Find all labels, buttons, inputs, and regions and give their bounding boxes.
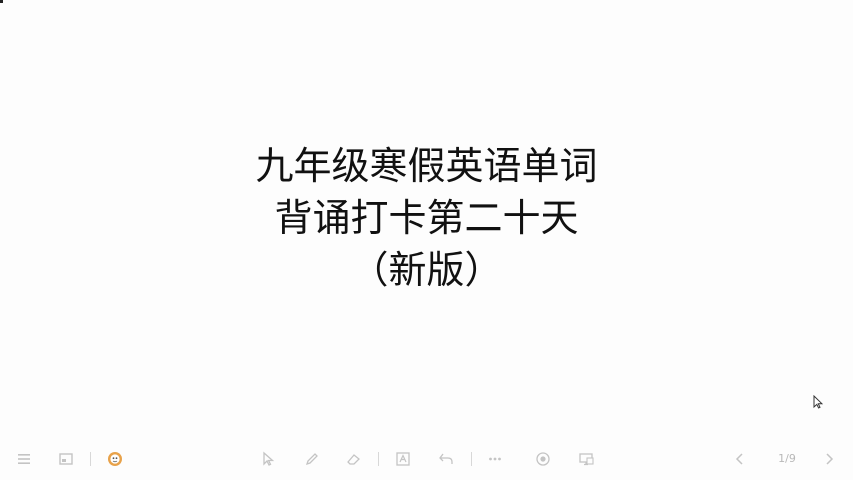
previous-icon[interactable] — [731, 450, 749, 468]
next-icon[interactable] — [820, 450, 838, 468]
more-icon[interactable] — [486, 450, 504, 468]
pen-icon[interactable] — [303, 450, 321, 468]
slide-thumbnail-icon[interactable] — [57, 450, 75, 468]
page-indicator: 1/9 — [778, 452, 796, 465]
title-line-3: （新版） — [350, 248, 503, 292]
avatar-icon[interactable] — [106, 450, 124, 468]
title-line-2: 背诵打卡第二十天 — [274, 196, 579, 240]
toolbar-divider — [378, 452, 379, 466]
toolbar-divider — [90, 452, 91, 466]
eraser-icon[interactable] — [345, 450, 363, 468]
presentation-stage: 九年级寒假英语单词 背诵打卡第二十天 （新版） 1/9 — [0, 0, 853, 480]
corner-mark — [0, 0, 3, 3]
presentation-toolbar: 1/9 — [0, 446, 853, 472]
slide-title: 九年级寒假英语单词 背诵打卡第二十天 （新版） — [0, 140, 853, 296]
toolbar-divider — [471, 452, 472, 466]
menu-icon[interactable] — [15, 450, 33, 468]
screen-icon[interactable] — [577, 450, 595, 468]
undo-icon[interactable] — [437, 450, 455, 468]
record-icon[interactable] — [534, 450, 552, 468]
mouse-cursor-icon — [813, 395, 823, 409]
title-line-1: 九年级寒假英语单词 — [255, 144, 598, 188]
pointer-icon[interactable] — [259, 450, 277, 468]
text-icon[interactable] — [394, 450, 412, 468]
